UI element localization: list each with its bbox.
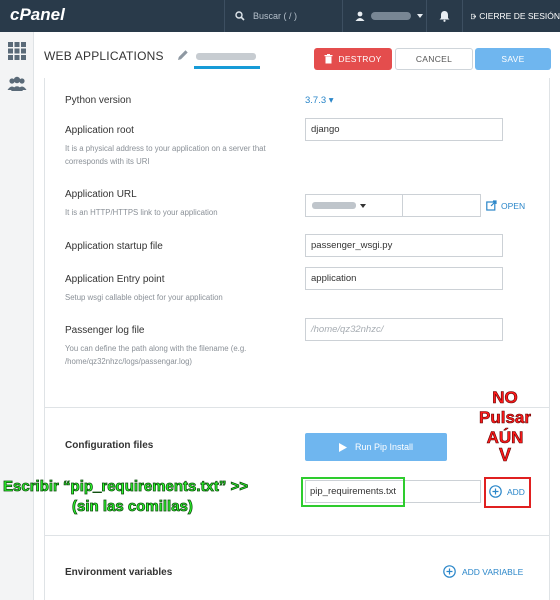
app-url-help: It is an HTTP/HTTPS link to your applica… (65, 208, 218, 217)
user-icon (355, 11, 365, 21)
destroy-label: DESTROY (338, 54, 382, 64)
play-icon (338, 442, 347, 452)
app-root-input[interactable]: django (305, 118, 503, 141)
log-file-help: You can define the path along with the f… (65, 344, 247, 366)
url-path-input[interactable] (403, 194, 481, 217)
app-root-label: Application root (65, 125, 134, 136)
run-pip-install-button[interactable]: Run Pip Install (305, 433, 447, 461)
cpanel-logo[interactable]: cPanel (10, 5, 65, 25)
caret-down-icon: ▾ (328, 95, 334, 106)
cancel-button[interactable]: CANCEL (395, 48, 473, 70)
logout-icon (471, 13, 477, 19)
domain-select[interactable] (305, 194, 403, 217)
user-menu[interactable] (342, 0, 426, 32)
search-placeholder: Buscar ( / ) (253, 11, 298, 21)
entry-point-help: Setup wsgi callable object for your appl… (65, 293, 223, 302)
run-pip-install-label: Run Pip Install (354, 442, 414, 452)
users-icon[interactable] (7, 74, 27, 94)
logout-label: CIERRE DE SESIÓN (479, 11, 560, 21)
search-icon (235, 11, 245, 21)
bell-icon (439, 11, 450, 22)
env-variables-label: Environment variables (65, 567, 173, 578)
page-title: WEB APPLICATIONS (44, 49, 164, 63)
top-bar: cPanel Buscar ( / ) CIERRE DE SESIÓN (0, 0, 560, 32)
python-version-value: 3.7.3 (305, 95, 327, 106)
pencil-icon[interactable] (177, 49, 189, 61)
caret-down-icon (360, 203, 366, 208)
annotation-instruction: Escribir “pip_requirements.txt” >> (3, 478, 249, 496)
config-files-label: Configuration files (65, 440, 154, 451)
startup-file-label: Application startup file (65, 241, 163, 252)
trash-icon (324, 54, 333, 64)
annotation-do-not-click: NO Pulsar AÚN V (460, 388, 550, 465)
python-version-select[interactable]: 3.7.3 ▾ (305, 95, 334, 106)
open-link[interactable]: OPEN (486, 200, 525, 211)
annotation-instruction-note: (sin las comillas) (72, 498, 194, 516)
cancel-label: CANCEL (415, 54, 453, 64)
python-version-label: Python version (65, 95, 132, 106)
tab-application[interactable] (194, 49, 260, 69)
highlight-add-button (484, 477, 531, 508)
annotation-line: Pulsar (479, 408, 532, 428)
page-header: WEB APPLICATIONS DESTROY CANCEL SAVE (34, 32, 560, 84)
grid-icon[interactable] (7, 41, 27, 61)
annotation-line: NO (492, 388, 518, 408)
app-url-label: Application URL (65, 189, 137, 200)
app-name-redacted (196, 53, 256, 60)
add-variable-label: ADD VARIABLE (462, 566, 524, 577)
save-button[interactable]: SAVE (475, 48, 551, 70)
sidebar (0, 32, 34, 600)
log-file-label: Passenger log file (65, 325, 145, 336)
chevron-down-icon (417, 14, 423, 18)
domain-redacted (312, 202, 356, 209)
plus-circle-icon (443, 565, 456, 578)
startup-file-input[interactable]: passenger_wsgi.py (305, 234, 503, 257)
highlight-config-input (301, 477, 405, 507)
search-box[interactable]: Buscar ( / ) (224, 0, 342, 32)
external-link-icon (486, 200, 497, 211)
log-file-input[interactable]: /home/qz32nhzc/ (305, 318, 503, 341)
entry-point-label: Application Entry point (65, 274, 165, 285)
logout-button[interactable]: CIERRE DE SESIÓN (462, 0, 560, 32)
save-label: SAVE (501, 54, 525, 64)
app-root-help: It is a physical address to your applica… (65, 144, 266, 166)
username-redacted (371, 12, 411, 20)
annotation-arrow: V (498, 445, 512, 465)
destroy-button[interactable]: DESTROY (314, 48, 392, 70)
add-variable-button[interactable]: ADD VARIABLE (443, 565, 523, 578)
entry-point-input[interactable]: application (305, 267, 503, 290)
notifications-button[interactable] (426, 0, 462, 32)
open-label: OPEN (501, 200, 526, 211)
